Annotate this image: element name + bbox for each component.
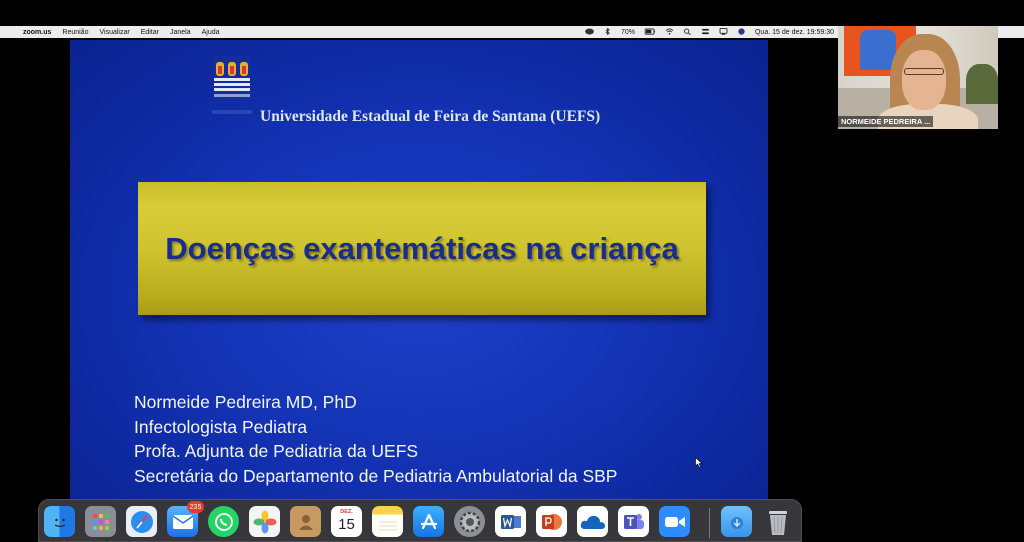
menu-ajuda[interactable]: Ajuda [202, 29, 220, 36]
author-name: Normeide Pedreira MD, PhD [134, 392, 357, 412]
author-specialty: Infectologista Pediatra [134, 416, 308, 437]
onedrive-icon[interactable] [577, 506, 608, 537]
zoom-icon[interactable] [659, 506, 690, 537]
screen-mirroring-icon[interactable] [719, 27, 728, 37]
word-icon[interactable] [495, 506, 526, 537]
photos-icon[interactable] [249, 506, 280, 537]
menu-app-name[interactable]: zoom.us [23, 29, 51, 36]
mail-unread-badge: 235 [187, 501, 204, 513]
dock: 235 DEZ. 15 [38, 499, 802, 542]
safari-icon[interactable] [126, 506, 157, 537]
calendar-month: DEZ. [340, 509, 353, 515]
screen: zoom.us Reunião Visualizar Editar Janela… [0, 0, 1024, 542]
dock-separator [709, 508, 710, 538]
control-center-icon[interactable] [701, 28, 710, 37]
participant-name-label: NORMEIDE PEDREIRA ... [838, 116, 934, 127]
gamepad-icon[interactable] [585, 27, 594, 37]
bluetooth-icon[interactable] [603, 27, 612, 37]
author-info: Normeide Pedreira MD, PhD Infectologista… [134, 390, 617, 488]
wifi-icon[interactable] [665, 27, 674, 37]
calendar-day: 15 [338, 516, 355, 533]
author-position: Profa. Adjunta de Pediatria da UEFS [134, 441, 419, 461]
spotlight-search-icon[interactable] [683, 27, 692, 37]
author-role: Secretária do Departamento de Pediatria … [134, 465, 618, 486]
shared-slide: Universidade Estadual de Feira de Santan… [70, 40, 768, 500]
battery-icon[interactable] [644, 27, 656, 37]
finder-icon[interactable] [44, 506, 75, 537]
system-preferences-icon[interactable] [454, 506, 485, 537]
whatsapp-icon[interactable] [208, 506, 239, 537]
launchpad-icon[interactable] [85, 506, 116, 537]
menu-janela[interactable]: Janela [170, 29, 191, 36]
menu-reuniao[interactable]: Reunião [62, 29, 88, 36]
slide-title: Doenças exantemáticas na criança [165, 231, 679, 266]
slide-title-box: Doenças exantemáticas na criança [138, 182, 706, 315]
app-store-icon[interactable] [413, 506, 444, 537]
notes-icon[interactable] [372, 506, 403, 537]
mouse-cursor-icon [695, 457, 703, 468]
contacts-icon[interactable] [290, 506, 321, 537]
trash-icon[interactable] [762, 506, 793, 537]
calendar-icon[interactable]: DEZ. 15 [331, 506, 362, 537]
menu-clock[interactable]: Qua. 15 de dez. 19:59:30 [755, 29, 834, 36]
battery-percent[interactable]: 70% [621, 29, 635, 36]
menu-editar[interactable]: Editar [141, 29, 159, 36]
top-strip [0, 0, 1024, 26]
powerpoint-icon[interactable] [536, 506, 567, 537]
participant-video-tile[interactable]: NORMEIDE PEDREIRA ... [838, 26, 998, 129]
downloads-folder-icon[interactable] [721, 506, 752, 537]
university-name: Universidade Estadual de Feira de Santan… [260, 108, 601, 125]
siri-icon[interactable] [737, 27, 746, 37]
uefs-logo [210, 54, 254, 122]
teams-icon[interactable] [618, 506, 649, 537]
menu-visualizar[interactable]: Visualizar [99, 29, 129, 36]
